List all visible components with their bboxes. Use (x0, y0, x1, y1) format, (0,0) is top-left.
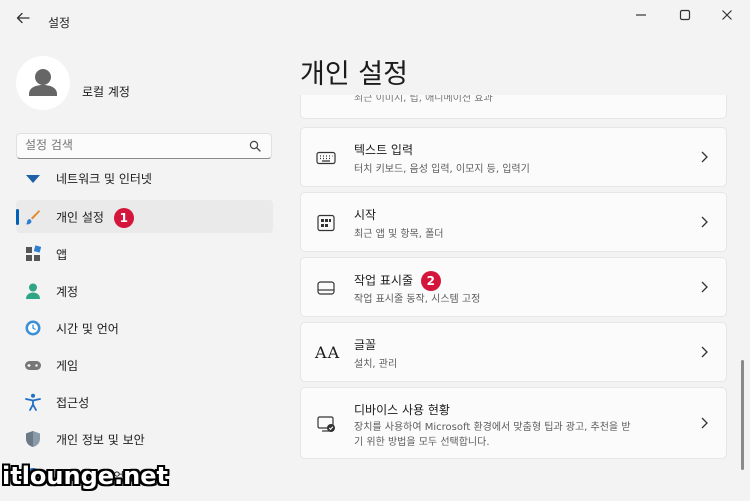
chevron-right-icon (701, 346, 708, 358)
selection-indicator (16, 209, 19, 225)
card-description: 장치를 사용하여 Microsoft 환경에서 맞춤형 팁과 광고, 추천을 받… (354, 422, 631, 448)
close-button[interactable] (712, 6, 742, 28)
card-taskbar[interactable]: 작업 표시줄 2 작업 표시줄 동작, 시스템 고정 (300, 257, 727, 317)
sidebar-item-personalization[interactable]: 개인 설정 1 (16, 200, 273, 233)
card-description: 최근 이미지, 팁, 애니메이션 효과 (354, 95, 493, 104)
sidebar-item-accounts[interactable]: 계정 (16, 274, 273, 307)
scrollbar-thumb[interactable] (741, 360, 744, 470)
taskbar-icon (317, 281, 335, 295)
apps-icon (26, 245, 42, 261)
search-icon[interactable] (249, 140, 261, 152)
partial-settings-card[interactable]: 최근 이미지, 팁, 애니메이션 효과 (300, 95, 727, 119)
chevron-right-icon (701, 281, 708, 293)
sidebar-item-label: 접근성 (56, 396, 90, 410)
card-description: 설치, 관리 (354, 359, 398, 370)
accessibility-icon (25, 393, 41, 411)
sidebar-item-label: 앱 (56, 248, 68, 262)
card-title: 텍스트 입력 (354, 143, 414, 157)
shield-icon (26, 431, 40, 447)
chevron-right-icon (701, 216, 708, 228)
maximize-icon (679, 9, 691, 21)
card-device-usage[interactable]: 디바이스 사용 현황 장치를 사용하여 Microsoft 환경에서 맞춤형 팁… (300, 387, 727, 459)
close-icon (722, 10, 732, 20)
chevron-right-icon (701, 151, 708, 163)
back-arrow-icon[interactable] (12, 10, 34, 32)
font-icon: A A (315, 343, 339, 362)
card-title: 디바이스 사용 현황 (354, 403, 450, 417)
brush-icon (25, 210, 40, 225)
card-description: 최근 앱 및 항목, 폴더 (354, 229, 444, 240)
search-box[interactable] (16, 133, 272, 159)
sidebar-item-time-language[interactable]: 시간 및 언어 (16, 311, 273, 344)
card-text-input[interactable]: 텍스트 입력 터치 키보드, 음성 입력, 이모지 등, 입력기 (300, 127, 727, 187)
watermark: itlounge.net (2, 462, 168, 490)
card-title: 시작 (354, 208, 377, 222)
avatar (16, 56, 70, 110)
sidebar-item-label: 게임 (56, 359, 79, 373)
maximize-button[interactable] (670, 6, 700, 28)
clock-globe-icon (25, 320, 41, 336)
chevron-right-icon (701, 417, 708, 429)
title-bar: 설정 (0, 0, 750, 44)
sidebar-item-label: 시간 및 언어 (56, 322, 119, 336)
app-title: 설정 (48, 16, 71, 30)
person-icon (26, 283, 40, 299)
sidebar-nav: 네트워크 및 인터넷 개인 설정 1 앱 계정 시간 및 언어 게임 접근성 개… (16, 165, 274, 501)
sidebar-item-apps[interactable]: 앱 (16, 237, 273, 270)
step-badge: 2 (420, 271, 441, 291)
network-icon (26, 175, 40, 183)
sidebar-item-label: 개인 설정 1 (56, 208, 134, 228)
card-start[interactable]: 시작 최근 앱 및 항목, 폴더 (300, 192, 727, 252)
sidebar-item-label: 계정 (56, 285, 79, 299)
sidebar-item-privacy-security[interactable]: 개인 정보 및 보안 (16, 422, 273, 455)
card-title: 글꼴 (354, 338, 377, 352)
account-name: 로컬 계정 (82, 85, 130, 99)
sidebar-item-accessibility[interactable]: 접근성 (16, 385, 273, 418)
sidebar-item-label: 네트워크 및 인터넷 (56, 172, 152, 186)
card-description: 터치 키보드, 음성 입력, 이모지 등, 입력기 (354, 164, 530, 175)
card-fonts[interactable]: A A 글꼴 설치, 관리 (300, 322, 727, 382)
keyboard-icon (316, 151, 336, 165)
person-icon (29, 69, 57, 96)
minimize-button[interactable] (626, 6, 656, 28)
card-description: 작업 표시줄 동작, 시스템 고정 (354, 294, 481, 305)
device-usage-icon (317, 416, 335, 432)
start-icon (317, 214, 335, 232)
page-title: 개인 설정 (300, 59, 408, 90)
step-badge: 1 (113, 208, 134, 228)
sidebar-item-network[interactable]: 네트워크 및 인터넷 (16, 165, 273, 198)
sidebar-item-gaming[interactable]: 게임 (16, 348, 273, 381)
card-title: 작업 표시줄 2 (354, 271, 441, 291)
search-input[interactable] (25, 138, 245, 152)
gamepad-icon (25, 361, 41, 370)
sidebar-item-label: 개인 정보 및 보안 (56, 433, 145, 447)
minimize-icon (636, 14, 646, 16)
